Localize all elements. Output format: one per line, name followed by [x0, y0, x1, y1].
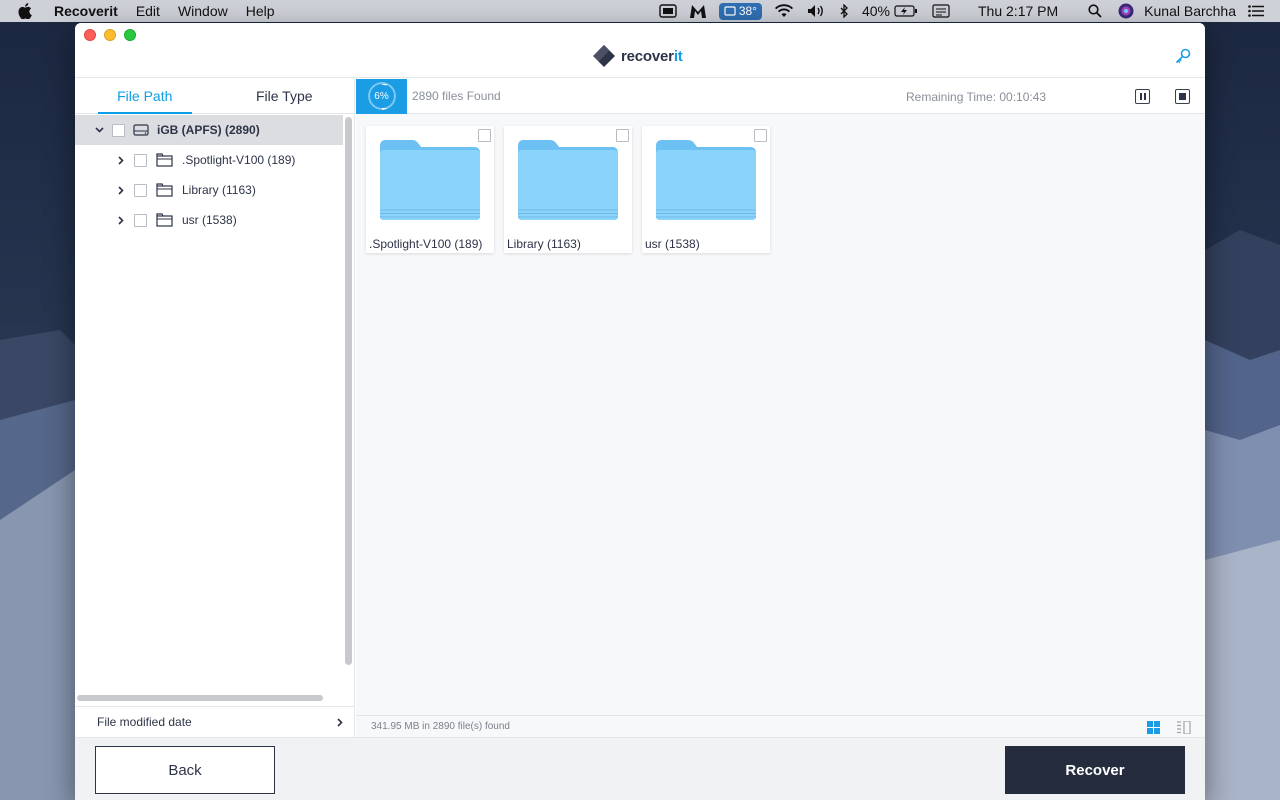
tree-item-label: .Spotlight-V100 (189)	[182, 153, 296, 167]
title-bar: recoverit	[75, 23, 1205, 78]
tree-root-row[interactable]: iGB (APFS) (2890)	[75, 115, 343, 145]
folder-card[interactable]: usr (1538)	[642, 126, 770, 253]
battery-percent: 40%	[861, 3, 890, 19]
tree-item-library[interactable]: Library (1163)	[75, 175, 343, 205]
folder-outline-icon	[156, 213, 173, 227]
tree-item-label: Library (1163)	[182, 183, 256, 197]
maximize-window-button[interactable]	[124, 29, 136, 41]
list-view-icon[interactable]	[1177, 720, 1191, 737]
chevron-right-icon[interactable]	[116, 185, 126, 195]
tree-root-label: iGB (APFS) (2890)	[157, 123, 260, 137]
scan-progress: 6%	[356, 78, 407, 114]
folder-icon	[518, 140, 618, 220]
temperature-text: 38°	[738, 4, 757, 18]
back-button[interactable]: Back	[95, 746, 275, 794]
notification-center-icon[interactable]	[1248, 0, 1264, 22]
window-controls	[84, 29, 136, 41]
tree-horizontal-scrollbar[interactable]	[75, 693, 355, 703]
grid-view-icon[interactable]	[1147, 721, 1160, 737]
user-name[interactable]: Kunal Barchha	[1144, 3, 1236, 19]
recover-button[interactable]: Recover	[1005, 746, 1185, 794]
files-found-text: 2890 files Found	[412, 89, 501, 103]
tree-item-usr[interactable]: usr (1538)	[75, 205, 343, 235]
folder-card-label: .Spotlight-V100 (189)	[369, 237, 483, 251]
folder-icon	[656, 140, 756, 220]
menu-bar: Recoverit Edit Window Help 38° 40% Thu 2…	[0, 0, 1280, 22]
results-summary: 341.95 MB in 2890 file(s) found	[371, 721, 510, 732]
tree-item-checkbox[interactable]	[134, 183, 147, 197]
folder-card-label: Library (1163)	[507, 237, 581, 251]
weather-widget[interactable]: 38°	[718, 0, 762, 22]
folder-icon	[380, 140, 480, 220]
tree-item-label: usr (1538)	[182, 213, 237, 227]
tree-root-checkbox[interactable]	[112, 123, 125, 137]
scan-status-bar: 6% 2890 files Found Remaining Time: 00:1…	[356, 78, 1205, 114]
stop-scan-button[interactable]	[1175, 89, 1190, 104]
folder-outline-icon	[156, 183, 173, 197]
drive-icon	[133, 123, 149, 137]
chevron-right-icon[interactable]	[116, 215, 126, 225]
recoverit-logo-icon	[593, 45, 615, 67]
menu-help[interactable]: Help	[246, 3, 275, 19]
volume-icon[interactable]	[806, 0, 826, 22]
clock[interactable]: Thu 2:17 PM	[978, 3, 1058, 19]
chevron-down-icon[interactable]	[94, 125, 104, 135]
folder-card-label: usr (1538)	[645, 237, 700, 251]
filter-label: File modified date	[97, 715, 192, 729]
recoverit-logo: recoverit	[592, 44, 683, 68]
logo-text: recoverit	[621, 47, 683, 65]
recoverit-window: recoverit File Path File Type iGB (APFS)…	[75, 23, 1205, 800]
key-icon[interactable]	[1175, 48, 1191, 69]
window-footer: Back Recover	[75, 737, 1205, 800]
folder-card[interactable]: Library (1163)	[504, 126, 632, 253]
bluetooth-icon[interactable]	[838, 0, 850, 22]
search-icon[interactable]	[1088, 0, 1102, 22]
chevron-right-icon[interactable]	[116, 155, 126, 165]
active-tab-indicator	[98, 112, 192, 114]
tab-file-type[interactable]: File Type	[215, 79, 355, 113]
minimize-window-button[interactable]	[104, 29, 116, 41]
folder-outline-icon	[156, 153, 173, 167]
wifi-icon[interactable]	[774, 0, 794, 22]
stop-icon	[1179, 93, 1186, 100]
display-icon[interactable]	[659, 0, 677, 22]
menu-edit[interactable]: Edit	[136, 3, 160, 19]
remaining-time: Remaining Time: 00:10:43	[906, 90, 1047, 104]
menu-window[interactable]: Window	[178, 3, 228, 19]
results-summary-bar: 341.95 MB in 2890 file(s) found	[356, 715, 1205, 737]
chevron-right-icon[interactable]	[337, 716, 343, 730]
tree-item-checkbox[interactable]	[134, 213, 147, 227]
tree-item-checkbox[interactable]	[134, 153, 147, 167]
malwarebytes-icon[interactable]	[689, 0, 707, 22]
pause-icon	[1139, 93, 1146, 100]
tree-vertical-scrollbar[interactable]	[343, 115, 355, 701]
menu-app-name[interactable]: Recoverit	[54, 3, 118, 19]
file-modified-date-filter[interactable]: File modified date	[75, 706, 355, 737]
pause-scan-button[interactable]	[1135, 89, 1150, 104]
left-panel: File Path File Type iGB (APFS) (2890) .S…	[75, 79, 355, 737]
progress-percent: 6%	[374, 90, 389, 102]
battery-icon[interactable]	[894, 0, 918, 22]
folder-card[interactable]: .Spotlight-V100 (189)	[366, 126, 494, 253]
results-grid: .Spotlight-V100 (189) Library (1163) usr…	[366, 126, 770, 253]
cpu-icon	[724, 6, 736, 16]
apple-icon[interactable]	[18, 0, 38, 22]
siri-icon[interactable]	[1118, 0, 1134, 22]
file-tree: iGB (APFS) (2890) .Spotlight-V100 (189)	[75, 115, 343, 235]
close-window-button[interactable]	[84, 29, 96, 41]
results-panel: 6% 2890 files Found Remaining Time: 00:1…	[356, 78, 1205, 737]
tree-item-spotlight[interactable]: .Spotlight-V100 (189)	[75, 145, 343, 175]
calendar-icon[interactable]	[932, 0, 950, 22]
tab-file-path[interactable]: File Path	[75, 79, 215, 113]
view-tabs: File Path File Type	[75, 79, 354, 114]
